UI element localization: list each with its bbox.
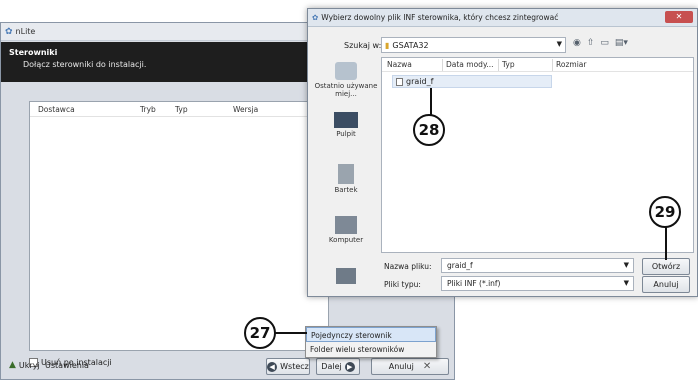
- filetype-value: Pliki INF (*.inf): [447, 279, 501, 288]
- col-vendor[interactable]: Dostawca: [38, 105, 75, 114]
- col-name[interactable]: Nazwa: [387, 60, 412, 69]
- hide-label: Ukryj: [18, 360, 40, 370]
- look-in-value: GSATA32: [392, 40, 429, 50]
- dialog-cancel-label: Anuluj: [653, 280, 679, 289]
- menu-item-driver-folder[interactable]: Folder wielu sterowników: [306, 342, 436, 357]
- view-menu-icon[interactable]: ▤▾: [615, 38, 628, 48]
- dialog-toolbar: ◉ ⇧ ▭ ▤▾: [573, 38, 628, 48]
- drivers-list[interactable]: Dostawca Tryb Typ Wersja: [29, 101, 329, 351]
- callout-27: 27: [244, 317, 276, 349]
- settings-link[interactable]: Ustawienia: [45, 361, 89, 370]
- place-computer[interactable]: Komputer: [312, 216, 380, 244]
- hide-link[interactable]: ▲ Ukryj: [9, 360, 40, 370]
- add-driver-menu: Pojedynczy sterownik Folder wielu sterow…: [305, 326, 437, 358]
- new-folder-icon[interactable]: ▭: [600, 38, 609, 48]
- dialog-cancel-button[interactable]: Anuluj: [642, 276, 690, 293]
- place-network[interactable]: [312, 268, 380, 286]
- place-desktop-label: Pulpit: [336, 130, 356, 138]
- nlite-title: nLite: [15, 27, 36, 36]
- look-in-select[interactable]: ▮ GSATA32 ▼: [381, 37, 566, 53]
- next-label: Dalej: [321, 362, 342, 371]
- filetype-label: Pliki typu:: [384, 280, 421, 289]
- file-list-header: Nazwa Data mody... Typ Rozmiar: [382, 58, 693, 72]
- network-icon: [336, 268, 356, 284]
- look-in-label: Szukaj w:: [344, 41, 382, 50]
- callout-27-leader: [275, 332, 307, 334]
- user-folder-icon: [338, 164, 354, 184]
- col-type[interactable]: Typ: [502, 60, 515, 69]
- place-recent-label: Ostatnio używane miej...: [314, 82, 378, 98]
- filename-value: graid_f: [447, 261, 473, 270]
- up-folder-icon[interactable]: ⇧: [587, 38, 595, 48]
- filename-chevron-down-icon[interactable]: ▼: [624, 261, 629, 269]
- inf-file-icon: [396, 77, 403, 86]
- filetype-select[interactable]: Pliki INF (*.inf) ▼: [441, 276, 634, 291]
- open-button[interactable]: Otwórz: [642, 258, 690, 275]
- col-date[interactable]: Data mody...: [446, 60, 493, 69]
- recent-places-icon: [335, 62, 357, 80]
- file-item[interactable]: graid_f: [392, 75, 552, 88]
- drivers-list-header: Dostawca Tryb Typ Wersja: [30, 102, 328, 117]
- cancel-label: Anuluj: [388, 362, 414, 371]
- col-type[interactable]: Typ: [175, 105, 188, 114]
- callout-28: 28: [413, 114, 445, 146]
- menu-item-single-driver[interactable]: Pojedynczy sterownik: [306, 327, 436, 342]
- back-button[interactable]: ◀ Wstecz: [266, 358, 310, 375]
- place-computer-label: Komputer: [328, 236, 364, 244]
- next-arrow-icon: ▶: [344, 361, 355, 372]
- filetype-chevron-down-icon: ▼: [623, 279, 629, 287]
- places-bar: Ostatnio używane miej... Pulpit Bartek K…: [312, 58, 380, 292]
- filename-label: Nazwa pliku:: [384, 262, 432, 271]
- cancel-button[interactable]: Anuluj ✕: [371, 358, 449, 375]
- chevron-down-icon: ▼: [556, 40, 562, 48]
- dialog-close-button[interactable]: ✕: [665, 11, 693, 23]
- place-user-label: Bartek: [334, 186, 358, 194]
- nlite-footer: ▲ Ukryj Ustawienia ◀ Wstecz Dalej ▶ Anul…: [1, 355, 454, 379]
- col-size[interactable]: Rozmiar: [556, 60, 586, 69]
- open-label: Otwórz: [651, 262, 681, 271]
- back-arrow-icon: ◀: [267, 361, 278, 372]
- cancel-x-icon: ✕: [422, 361, 432, 372]
- file-item-name: graid_f: [406, 77, 434, 86]
- nlite-app-icon: ✿: [5, 26, 13, 37]
- folder-icon: ▮: [385, 40, 390, 50]
- dialog-app-icon: ✿: [312, 13, 319, 22]
- open-file-dialog: ✿ Wybierz dowolny plik INF sterownika, k…: [307, 8, 698, 297]
- dialog-title: Wybierz dowolny plik INF sterownika, któ…: [321, 13, 559, 22]
- dialog-titlebar: ✿ Wybierz dowolny plik INF sterownika, k…: [308, 9, 697, 27]
- filename-input[interactable]: graid_f ▼: [441, 258, 634, 273]
- desktop-icon: [334, 112, 358, 128]
- back-label: Wstecz: [280, 362, 309, 371]
- back-nav-icon[interactable]: ◉: [573, 38, 581, 48]
- callout-29: 29: [649, 196, 681, 228]
- file-list[interactable]: Nazwa Data mody... Typ Rozmiar graid_f: [381, 57, 694, 253]
- place-desktop[interactable]: Pulpit: [312, 112, 380, 138]
- place-user[interactable]: Bartek: [312, 164, 380, 194]
- next-button[interactable]: Dalej ▶: [316, 358, 360, 375]
- col-mode[interactable]: Tryb: [140, 105, 156, 114]
- col-version[interactable]: Wersja: [233, 105, 258, 114]
- callout-28-leader: [430, 88, 432, 116]
- hide-icon: ▲: [9, 360, 16, 370]
- place-recent[interactable]: Ostatnio używane miej...: [312, 62, 380, 98]
- computer-icon: [335, 216, 357, 234]
